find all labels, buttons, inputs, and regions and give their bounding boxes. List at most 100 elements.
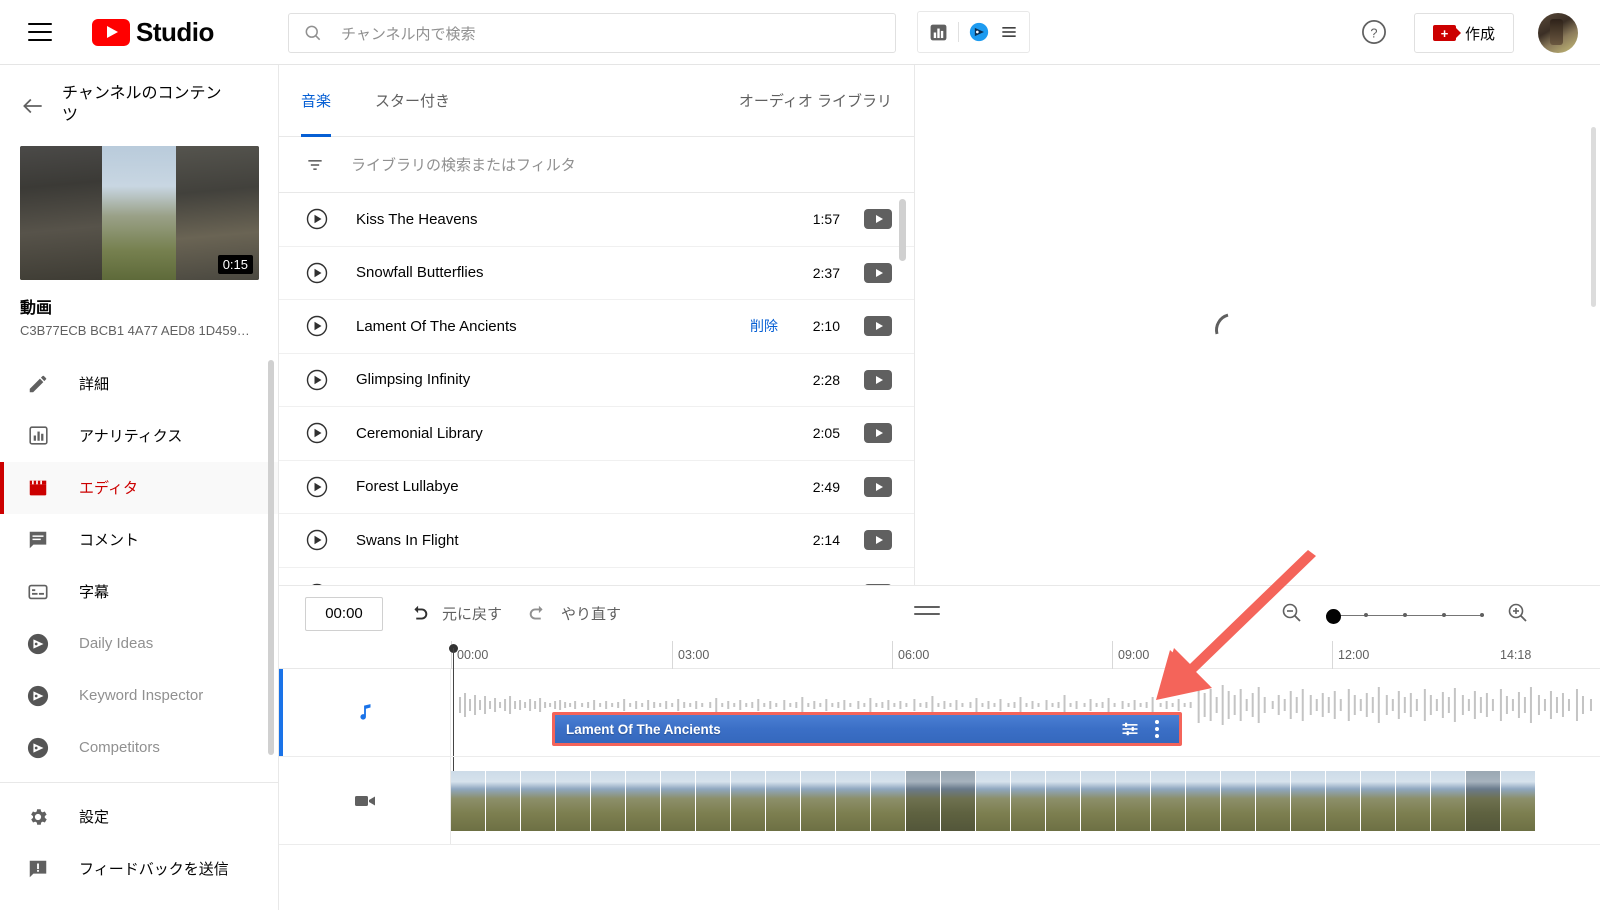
table-row[interactable]: Glimpsing Infinity 2:28 [279, 354, 914, 407]
zoom-out-icon[interactable] [1280, 601, 1304, 630]
tab-starred[interactable]: スター付き [375, 65, 450, 137]
play-icon[interactable] [305, 368, 329, 392]
play-icon[interactable] [305, 475, 329, 499]
play-icon[interactable] [305, 528, 329, 552]
sidebar-item-subtitles[interactable]: 字幕 [0, 566, 278, 618]
table-row[interactable]: Faultlines 2:05 [279, 568, 914, 585]
zoom-slider[interactable] [1326, 604, 1484, 628]
thumbnail-left-panel [20, 145, 102, 280]
subtitles-icon [25, 579, 51, 605]
undo-button[interactable]: 元に戻す [407, 603, 502, 625]
filmstrip-frame [1361, 771, 1396, 831]
table-row[interactable]: Ceremonial Library 2:05 [279, 407, 914, 461]
add-to-timeline-icon[interactable] [864, 423, 892, 444]
add-to-timeline-icon[interactable] [864, 476, 892, 497]
filmstrip-frame [1151, 771, 1186, 831]
track-name: Lament Of The Ancients [356, 317, 517, 335]
thumbnail-duration-badge: 0:15 [217, 254, 253, 274]
tab-music[interactable]: 音楽 [301, 65, 332, 137]
zoom-slider-thumb[interactable] [1326, 608, 1341, 624]
sidebar-item-editor[interactable]: エディタ [0, 461, 278, 514]
add-to-timeline-icon[interactable] [864, 369, 892, 390]
vidiq-icon [25, 735, 51, 761]
create-button[interactable]: + 作成 [1413, 13, 1514, 53]
video-preview-panel [915, 65, 1600, 585]
sidebar-item-competitors[interactable]: Competitors [0, 722, 278, 774]
mixer-sliders-icon[interactable] [1119, 718, 1141, 740]
sidebar-item-analytics[interactable]: アナリティクス [0, 410, 278, 462]
sidebar-item-feedback[interactable]: フィードバックを送信 [0, 843, 278, 895]
analytics-icon [25, 423, 51, 449]
add-to-timeline-icon[interactable] [864, 530, 892, 551]
track-name: Snowfall Butterflies [356, 264, 484, 282]
table-row[interactable]: Forest Lullabye 2:49 [279, 461, 914, 514]
play-icon[interactable] [305, 207, 329, 231]
add-to-timeline-icon[interactable] [864, 209, 892, 230]
music-list-scrollbar[interactable] [899, 199, 906, 261]
table-row[interactable]: Snowfall Butterflies 2:37 [279, 247, 914, 300]
filmstrip-frame [626, 771, 661, 831]
search-input[interactable]: チャンネル内で検索 [288, 13, 896, 53]
play-icon[interactable] [305, 261, 329, 285]
list-icon[interactable] [999, 22, 1019, 42]
youtube-studio-logo[interactable]: Studio [92, 17, 214, 48]
zoom-in-icon[interactable] [1506, 601, 1530, 630]
sidebar-scrollbar[interactable] [268, 360, 274, 755]
sidebar-item-details[interactable]: 詳細 [0, 358, 278, 410]
timeline-audio-track[interactable]: Lament Of The Ancients [279, 669, 1600, 757]
video-track-lane[interactable] [451, 757, 1600, 844]
vidiq-icon [25, 631, 51, 657]
left-sidebar: チャンネルのコンテンツ 0:15 動画 C3B77ECB BCB1 4A77 A… [0, 65, 279, 910]
add-to-timeline-icon[interactable] [864, 316, 892, 337]
filmstrip-frame [1466, 771, 1501, 831]
sidebar-item-comments[interactable]: コメント [0, 514, 278, 566]
filmstrip-frame [731, 771, 766, 831]
add-to-timeline-icon[interactable] [864, 262, 892, 283]
app-header: Studio チャンネル内で検索 ? + 作成 [0, 0, 1600, 65]
sidebar-item-settings[interactable]: 設定 [0, 791, 278, 843]
timeline-toolbar: 00:00 元に戻す やり直す [279, 585, 1600, 641]
hamburger-icon[interactable] [28, 23, 52, 41]
comment-icon [25, 527, 51, 553]
help-circle-icon[interactable]: ? [1360, 18, 1388, 46]
track-name: Swans In Flight [356, 531, 459, 549]
play-icon[interactable] [305, 421, 329, 445]
arrow-left-icon[interactable] [20, 93, 46, 119]
filmstrip-frame [766, 771, 801, 831]
filmstrip-frame [591, 771, 626, 831]
audio-track-header[interactable] [279, 669, 451, 756]
sidebar-item-daily-ideas[interactable]: Daily Ideas [0, 618, 278, 670]
filmstrip-frame [1046, 771, 1081, 831]
table-row[interactable]: Lament Of The Ancients 削除 2:10 [279, 300, 914, 354]
filmstrip-frame [661, 771, 696, 831]
redo-button[interactable]: やり直す [526, 603, 621, 625]
sidebar-item-keyword-inspector[interactable]: Keyword Inspector [0, 670, 278, 722]
filmstrip-frame [1326, 771, 1361, 831]
library-filter-input[interactable]: ライブラリの検索またはフィルタ [279, 137, 914, 193]
audio-track-lane[interactable]: Lament Of The Ancients [451, 669, 1600, 756]
more-vertical-icon[interactable] [1149, 720, 1165, 738]
chart-bar-icon[interactable] [928, 22, 948, 42]
filmstrip-frame [1116, 771, 1151, 831]
table-row[interactable]: Swans In Flight 2:14 [279, 514, 914, 568]
play-icon[interactable] [305, 314, 329, 338]
current-time-field[interactable]: 00:00 [305, 596, 383, 631]
video-filmstrip[interactable] [451, 771, 1600, 831]
video-thumbnail[interactable]: 0:15 [20, 145, 259, 280]
vidiq-icon[interactable] [969, 22, 989, 42]
feedback-icon [25, 856, 51, 882]
loading-spinner [1208, 306, 1256, 354]
ruler-tick: 12:00 [1332, 641, 1369, 669]
tab-audio-library[interactable]: オーディオ ライブラリ [739, 65, 892, 137]
table-row[interactable]: Kiss The Heavens 1:57 [279, 193, 914, 247]
timeline-video-track[interactable] [279, 757, 1600, 845]
avatar[interactable] [1538, 13, 1578, 53]
filmstrip-frame [1256, 771, 1291, 831]
track-remove-action[interactable]: 削除 [750, 316, 778, 336]
audio-clip[interactable]: Lament Of The Ancients [552, 712, 1182, 746]
video-track-header[interactable] [279, 757, 451, 844]
timeline-ruler[interactable]: 00:00 03:00 06:00 09:00 12:00 14:18 [279, 641, 1600, 669]
preview-scrollbar[interactable] [1591, 127, 1596, 307]
filmstrip-frame [1011, 771, 1046, 831]
drag-handle-icon[interactable] [914, 606, 940, 620]
